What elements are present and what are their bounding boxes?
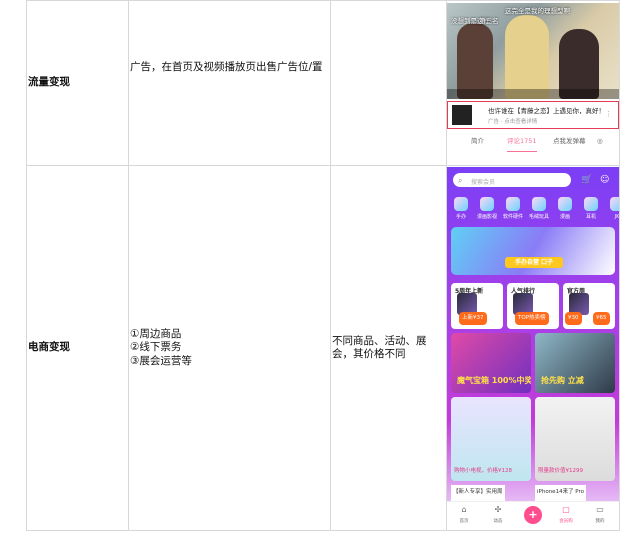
tab-danmu[interactable]: 点我发弹幕 [553,135,586,149]
category-item[interactable]: 漫画影视 [475,197,499,225]
feature-row: 5周年上新 上新¥37 人气排行 TOP热卖榜 官方周 ¥30 ¥65 [451,283,615,329]
promo-tile[interactable]: 魔气宝箱 100%中奖! [451,333,531,393]
nav-mall[interactable]: ▢ 会员购 [551,505,581,529]
nav-mine[interactable]: ▭ 我的 [585,505,615,529]
row-description-traffic: 广告，在首页及视频播放页出售广告位/置 [128,0,331,166]
feed-item[interactable]: iPhone14来了 Pro [535,485,587,501]
big-promo-row: 魔气宝箱 100%中奖! 抢先购 立减 [451,333,615,393]
desc-line: ③展会运营等 [130,354,192,367]
screenshot-cell-mall: ⌕ 搜索会员 🛒 ☺ 手办 漫画影视 软件硬件 毛绒玩具 漫画 耳机 JK 手办… [446,165,620,531]
feed-row: 【新人专享】实用周 iPhone14来了 Pro [451,485,615,501]
nav-dynamic[interactable]: ✣ 动态 [483,505,513,529]
bottom-nav: ⌂ 首页 ✣ 动态 + ▢ 会员购 ▭ 我的 [447,501,619,529]
row-note-ecommerce: 不同商品、活动、展会，其价格不同 [330,165,447,531]
table-row: 流量变现 广告，在首页及视频播放页出售广告位/置 这完全是我的理想型啊 没想到是… [26,0,620,166]
video-controls[interactable] [447,89,619,99]
nav-home[interactable]: ⌂ 首页 [449,505,479,529]
product-card[interactable]: 限量款价值¥1299 [535,397,615,481]
feature-box[interactable]: 5周年上新 上新¥37 [451,283,503,329]
desc-line: ①周边商品 [130,327,182,340]
category-item[interactable]: 手办 [449,197,473,225]
feature-box[interactable]: 官方周 ¥30 ¥65 [563,283,615,329]
screenshot-cell-video: 这完全是我的理想型啊 没想到是这样 第三名 也许谁在【青藤之恋】上遇见你，真好！… [446,0,620,166]
ad-thumbnail [452,105,472,125]
danmu-toggle-icon[interactable]: ◎ [597,135,603,149]
tab-comments[interactable]: 评论1751 [507,135,537,152]
category-item[interactable]: JK [605,197,619,225]
promo-banner[interactable]: 手办自营 口子 [451,227,615,275]
search-input[interactable]: ⌕ 搜索会员 [453,173,571,187]
row-description-ecommerce: ①周边商品 ②线下票务 ③展会运营等 [128,165,331,531]
add-button[interactable]: + [524,506,542,524]
more-icon[interactable]: ⋮ [605,108,612,122]
row-heading-traffic: 流量变现 [26,0,129,166]
bag-icon: ▢ [562,505,570,514]
monetization-table: 流量变现 广告，在首页及视频播放页出售广告位/置 这完全是我的理想型啊 没想到是… [26,0,620,531]
promo-tile[interactable]: 抢先购 立减 [535,333,615,393]
user-icon[interactable]: ☺ [600,174,609,188]
product-row: 购物小电视，价格¥128 限量款价值¥1299 [451,397,615,481]
category-item[interactable]: 毛绒玩具 [527,197,551,225]
ad-card[interactable]: 也许谁在【青藤之恋】上遇见你，真好！ 广告 · 点击查看详情 ⋮ [447,101,619,129]
feed-item[interactable]: 【新人专享】实用周 [451,485,505,501]
row-heading-ecommerce: 电商变现 [26,165,129,531]
profile-icon: ▭ [596,505,604,514]
danmu-text: 第三名 [479,17,499,25]
video-page-screenshot: 这完全是我的理想型啊 没想到是这样 第三名 也许谁在【青藤之恋】上遇见你，真好！… [447,1,619,165]
video-tabs: 简介 评论1751 点我发弹幕 ◎ [447,131,619,152]
ad-subtitle: 广告 · 点击查看详情 [488,119,538,125]
product-card[interactable]: 购物小电视，价格¥128 [451,397,531,481]
table-row: 电商变现 ①周边商品 ②线下票务 ③展会运营等 不同商品、活动、展会，其价格不同… [26,165,620,531]
category-item[interactable]: 漫画 [553,197,577,225]
category-item[interactable]: 软件硬件 [501,197,525,225]
danmu-text: 这完全是我的理想型啊 [505,7,570,15]
search-icon: ⌕ [458,176,463,185]
home-icon: ⌂ [461,505,467,514]
video-frame: 这完全是我的理想型啊 没想到是这样 第三名 [447,3,619,99]
category-strip: 手办 漫画影视 软件硬件 毛绒玩具 漫画 耳机 JK [447,197,619,221]
cart-icon[interactable]: 🛒 [581,174,592,188]
tab-intro[interactable]: 简介 [471,135,484,149]
dynamic-icon: ✣ [494,505,502,514]
mall-page-screenshot: ⌕ 搜索会员 🛒 ☺ 手办 漫画影视 软件硬件 毛绒玩具 漫画 耳机 JK 手办… [447,167,619,529]
row-note-traffic [330,0,447,166]
category-item[interactable]: 耳机 [579,197,603,225]
feature-box[interactable]: 人气排行 TOP热卖榜 [507,283,559,329]
desc-line: ②线下票务 [130,341,182,354]
